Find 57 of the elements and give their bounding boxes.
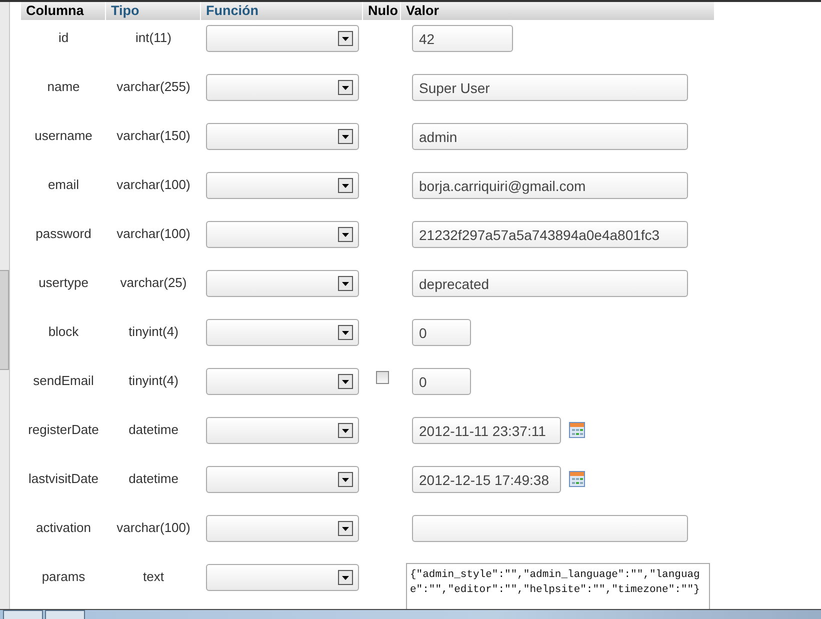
value-field[interactable]: 0 <box>412 319 471 346</box>
column-name: password <box>36 226 92 243</box>
value-field[interactable]: 2012-12-15 17:49:38 <box>412 466 561 493</box>
function-dropdown[interactable] <box>206 172 358 199</box>
value-field[interactable] <box>412 515 688 542</box>
column-name: lastvisitDate <box>28 471 99 488</box>
value-textarea[interactable]: {"admin_style":"","admin_language":"","language":"","editor":"","helpsite":"","timezone":""} <box>406 563 710 609</box>
column-header: Valor <box>401 2 715 20</box>
column-name: params <box>42 569 86 586</box>
function-dropdown[interactable] <box>206 270 358 297</box>
column-type: varchar(100) <box>116 177 190 194</box>
column-type: tinyint(4) <box>128 324 178 341</box>
function-dropdown[interactable] <box>206 515 358 542</box>
column-name: id <box>58 30 69 47</box>
calendar-icon[interactable] <box>569 471 585 487</box>
column-name: email <box>48 177 80 194</box>
function-dropdown[interactable] <box>206 319 358 346</box>
value-field[interactable]: 2012-11-11 23:37:11 <box>412 417 561 444</box>
value-field[interactable]: 0 <box>412 368 471 395</box>
function-dropdown[interactable] <box>206 123 358 150</box>
column-type: varchar(150) <box>116 128 190 145</box>
null-checkbox[interactable] <box>376 371 388 384</box>
value-field[interactable]: admin <box>412 123 688 150</box>
function-dropdown[interactable] <box>206 417 358 444</box>
column-type: int(11) <box>136 30 172 47</box>
column-type: tinyint(4) <box>128 373 178 390</box>
column-name: sendEmail <box>33 373 94 390</box>
column-type: varchar(255) <box>116 79 190 96</box>
column-type: varchar(100) <box>116 520 190 537</box>
scrollbar[interactable] <box>0 2 10 609</box>
column-name: block <box>48 324 79 341</box>
value-field[interactable]: deprecated <box>412 270 688 297</box>
calendar-icon[interactable] <box>569 422 585 438</box>
column-type: datetime <box>128 422 178 439</box>
function-dropdown[interactable] <box>206 74 358 101</box>
value-field[interactable]: Super User <box>412 74 688 101</box>
column-name: username <box>34 128 92 145</box>
function-dropdown[interactable] <box>206 221 358 248</box>
column-type: datetime <box>128 471 178 488</box>
column-header: Nulo <box>363 2 401 20</box>
function-dropdown[interactable] <box>206 25 358 52</box>
column-header[interactable]: Tipo <box>106 2 201 20</box>
column-name: name <box>47 79 80 96</box>
column-type: text <box>143 569 164 586</box>
column-name: usertype <box>38 275 88 292</box>
value-field[interactable]: borja.carriquiri@gmail.com <box>412 172 688 199</box>
function-dropdown[interactable] <box>206 368 358 395</box>
column-header: Columna <box>21 2 106 20</box>
column-type: varchar(25) <box>120 275 187 292</box>
function-dropdown[interactable] <box>206 564 358 591</box>
value-field[interactable]: 42 <box>412 25 513 52</box>
column-name: registerDate <box>28 422 99 439</box>
function-dropdown[interactable] <box>206 466 358 493</box>
column-type: varchar(100) <box>116 226 190 243</box>
column-header[interactable]: Función <box>201 2 363 20</box>
value-field[interactable]: 21232f297a57a5a743894a0e4a801fc3 <box>412 221 688 248</box>
column-name: activation <box>36 520 91 537</box>
